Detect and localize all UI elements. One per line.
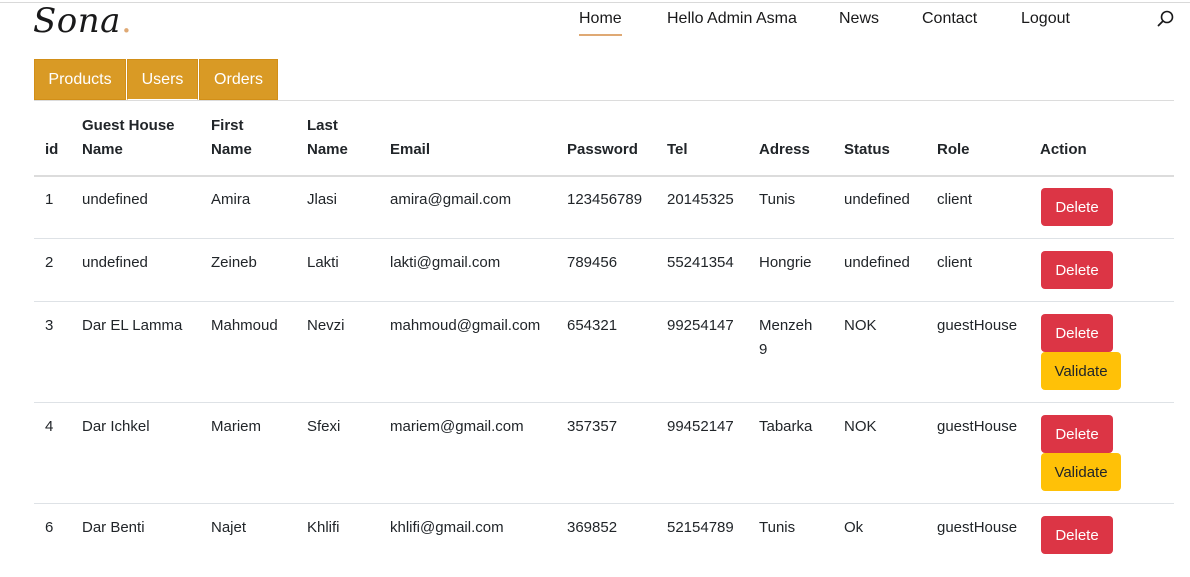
- cell-role: guestHouse: [937, 519, 1018, 536]
- cell-adress: Tabarka: [759, 418, 813, 435]
- cell-tel: 52154789: [667, 519, 734, 536]
- delete-button[interactable]: Delete: [1041, 251, 1113, 289]
- cell-id: 6: [45, 519, 54, 536]
- cell-role: guestHouse: [937, 418, 1018, 435]
- table-row: 2 undefined Zeineb Lakti lakti@gmail.com…: [34, 239, 1174, 302]
- header-password: Password: [567, 141, 638, 158]
- nav-contact[interactable]: Contact: [922, 10, 977, 28]
- cell-lastname: Lakti: [307, 254, 339, 271]
- delete-button[interactable]: Delete: [1041, 415, 1113, 453]
- cell-guesthouse: Dar EL Lamma: [82, 317, 183, 334]
- cell-tel: 99254147: [667, 317, 734, 334]
- cell-lastname: Sfexi: [307, 418, 341, 435]
- cell-email: lakti@gmail.com: [390, 254, 501, 271]
- cell-guesthouse: Dar Benti: [82, 519, 145, 536]
- nav-logout[interactable]: Logout: [1021, 10, 1070, 28]
- validate-button[interactable]: Validate: [1041, 453, 1121, 491]
- table-row: 4 Dar Ichkel Mariem Sfexi mariem@gmail.c…: [34, 403, 1174, 504]
- cell-role: client: [937, 191, 973, 208]
- header-guesthouse-line2: Name: [82, 141, 123, 158]
- header-status: Status: [844, 141, 890, 158]
- tab-users[interactable]: Users: [127, 59, 198, 100]
- cell-lastname: Nevzi: [307, 317, 345, 334]
- header-tel: Tel: [667, 141, 688, 158]
- cell-firstname: Mariem: [211, 418, 262, 435]
- cell-status: NOK: [844, 317, 877, 334]
- header-role: Role: [937, 141, 970, 158]
- header-lastname-line2: Name: [307, 141, 348, 158]
- tab-orders[interactable]: Orders: [199, 59, 278, 100]
- cell-role: guestHouse: [937, 317, 1018, 334]
- cell-password: 357357: [567, 418, 618, 435]
- cell-email: mariem@gmail.com: [390, 418, 524, 435]
- cell-id: 3: [45, 317, 54, 334]
- cell-password: 789456: [567, 254, 618, 271]
- table-row: 6 Dar Benti Najet Khlifi khlifi@gmail.co…: [34, 504, 1174, 577]
- nav-news[interactable]: News: [839, 10, 879, 28]
- cell-guesthouse: undefined: [82, 191, 148, 208]
- cell-adress: Hongrie: [759, 254, 812, 271]
- cell-tel: 20145325: [667, 191, 734, 208]
- delete-button[interactable]: Delete: [1041, 188, 1113, 226]
- delete-button[interactable]: Delete: [1041, 516, 1113, 554]
- header-firstname-line1: First: [211, 117, 244, 134]
- cell-email: khlifi@gmail.com: [390, 519, 504, 536]
- cell-lastname: Khlifi: [307, 519, 340, 536]
- cell-firstname: Najet: [211, 519, 247, 536]
- cell-firstname: Amira: [211, 191, 251, 208]
- cell-tel: 55241354: [667, 254, 734, 271]
- cell-guesthouse: undefined: [82, 254, 148, 271]
- cell-adress: Tunis: [759, 191, 796, 208]
- delete-button[interactable]: Delete: [1041, 314, 1113, 352]
- cell-lastname: Jlasi: [307, 191, 338, 208]
- cell-adress: Menzeh: [759, 317, 813, 334]
- cell-status: NOK: [844, 418, 877, 435]
- brand-dot: .: [120, 1, 133, 41]
- cell-role: client: [937, 254, 973, 271]
- cell-password: 369852: [567, 519, 618, 536]
- nav-home[interactable]: Home: [579, 10, 622, 36]
- header-firstname-line2: Name: [211, 141, 252, 158]
- cell-password: 654321: [567, 317, 618, 334]
- cell-id: 2: [45, 254, 54, 271]
- cell-id: 1: [45, 191, 54, 208]
- cell-password: 123456789: [567, 191, 643, 208]
- cell-firstname: Mahmoud: [211, 317, 278, 334]
- cell-adress: Tunis: [759, 519, 796, 536]
- brand-name: Sona: [33, 1, 121, 41]
- header-email: Email: [390, 141, 431, 158]
- header-lastname-line1: Last: [307, 117, 338, 134]
- cell-status: Ok: [844, 519, 864, 536]
- cell-guesthouse: Dar Ichkel: [82, 418, 150, 435]
- table-row: 3 Dar EL Lamma Mahmoud Nevzi mahmoud@gma…: [34, 302, 1174, 403]
- brand-logo[interactable]: Sona.: [33, 1, 132, 41]
- cell-email: amira@gmail.com: [390, 191, 512, 208]
- cell-status: undefined: [844, 254, 910, 271]
- table-header: id Guest House Name First Name Last Name…: [34, 101, 1174, 177]
- cell-adress-line2: 9: [759, 341, 768, 358]
- header-guesthouse-line1: Guest House: [82, 117, 175, 134]
- search-icon[interactable]: [1156, 9, 1176, 29]
- table-row: 1 undefined Amira Jlasi amira@gmail.com …: [34, 176, 1174, 239]
- header-action: Action: [1040, 141, 1087, 158]
- header-id: id: [45, 141, 59, 158]
- cell-status: undefined: [844, 191, 910, 208]
- cell-id: 4: [45, 418, 54, 435]
- validate-button[interactable]: Validate: [1041, 352, 1121, 390]
- tab-products[interactable]: Products: [34, 59, 126, 100]
- nav-hello-admin[interactable]: Hello Admin Asma: [667, 10, 797, 28]
- cell-firstname: Zeineb: [211, 254, 257, 271]
- top-border: [0, 2, 1190, 3]
- header-adress: Adress: [759, 141, 810, 158]
- cell-email: mahmoud@gmail.com: [390, 317, 541, 334]
- cell-tel: 99452147: [667, 418, 734, 435]
